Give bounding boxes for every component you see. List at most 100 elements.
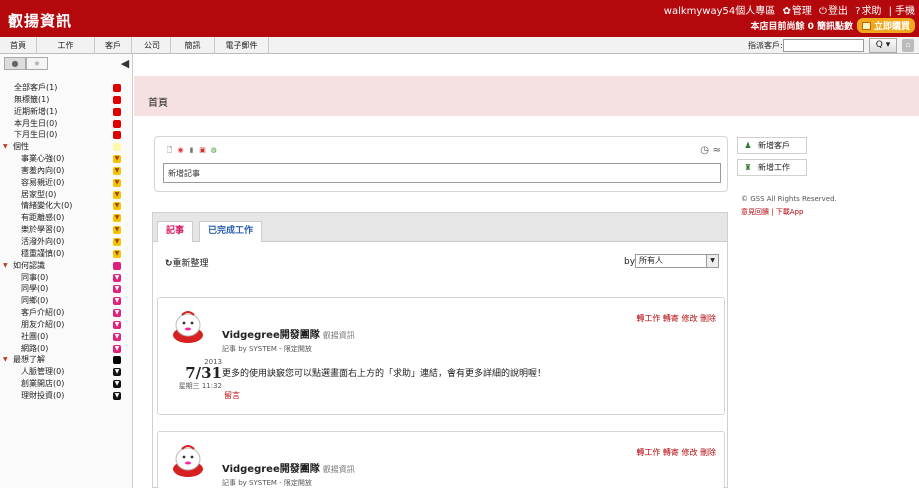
star-icon[interactable]: ★ <box>26 57 48 70</box>
sidebar-item[interactable]: 近期新增(1) <box>0 106 133 118</box>
tag-color-icon[interactable]: ▼ <box>113 237 121 246</box>
sidebar-item[interactable]: 客戶介紹(0) ▼ <box>0 307 133 319</box>
tag-color-icon[interactable] <box>113 84 121 92</box>
sidebar-item[interactable]: 居家型(0) ▼ <box>0 189 133 201</box>
tab-notes[interactable]: 記事 <box>157 221 194 242</box>
tag-color-icon[interactable]: ▼ <box>113 166 121 175</box>
location-icon[interactable]: ◉ <box>176 146 185 155</box>
search-button[interactable]: Q ▾ <box>869 38 897 53</box>
tag-color-icon[interactable]: ▼ <box>113 297 121 306</box>
tag-color-icon[interactable]: ▼ <box>113 380 121 389</box>
new-note-input[interactable] <box>163 163 721 183</box>
link-logout[interactable]: ⏻登出 <box>819 6 848 17</box>
tag-color-icon[interactable] <box>113 143 121 152</box>
tag-color-icon[interactable]: ▼ <box>113 368 121 377</box>
tab-customers[interactable]: 客戶 <box>95 37 132 54</box>
comment-link[interactable]: 留言 <box>224 390 240 401</box>
sidebar-item[interactable]: 同事(0) ▼ <box>0 272 133 284</box>
tab-completed[interactable]: 已完成工作 <box>199 221 263 242</box>
tag-color-icon[interactable]: ▼ <box>113 344 121 353</box>
clock-icon[interactable]: ◷ <box>700 145 709 156</box>
expand-arrow-icon[interactable]: ▼ <box>3 354 8 366</box>
tag-color-icon[interactable]: ▼ <box>113 273 121 282</box>
link-personal[interactable]: 個人專區 <box>735 6 775 17</box>
tag-color-icon[interactable]: ▼ <box>113 202 121 211</box>
clip-icon[interactable]: ▮ <box>187 146 196 155</box>
tag-icon[interactable]: ● <box>4 57 26 70</box>
sidebar-item[interactable]: 本月生日(0) <box>0 118 133 130</box>
sidebar-item-label: 本月生日(0) <box>14 118 58 128</box>
sidebar-item[interactable]: 創業開店(0) ▼ <box>0 378 133 390</box>
tag-color-icon[interactable] <box>113 119 121 128</box>
sidebar-item[interactable]: 事業心強(0) ▼ <box>0 153 133 165</box>
tab-home[interactable]: 首頁 <box>0 37 37 54</box>
tag-color-icon[interactable] <box>113 356 121 365</box>
attach-icon[interactable]: 🗋 <box>165 146 174 155</box>
tag-color-icon[interactable]: ▼ <box>113 226 121 235</box>
sidebar-item[interactable]: 樂於學習(0) ▼ <box>0 224 133 236</box>
image-icon[interactable]: ◍ <box>209 146 218 155</box>
tag-color-icon[interactable]: ▼ <box>113 285 121 294</box>
tag-color-icon[interactable] <box>113 95 121 104</box>
post-actions[interactable]: 轉工作 轉寄 修改 刪除 <box>636 313 716 324</box>
app-logo[interactable]: 叡揚資訊 <box>8 10 72 31</box>
sidebar-group[interactable]: ▼ 最想了解 <box>0 354 133 366</box>
assign-customer-input[interactable] <box>783 39 864 52</box>
tag-color-icon[interactable]: ▼ <box>113 249 121 258</box>
buy-button[interactable]: 立即購買 <box>856 18 915 33</box>
tag-color-icon[interactable]: ▼ <box>113 190 121 199</box>
tag-color-icon[interactable]: ▼ <box>113 309 121 318</box>
sidebar-item[interactable]: 活潑外向(0) ▼ <box>0 236 133 248</box>
sidebar-item[interactable]: 網路(0) ▼ <box>0 343 133 355</box>
sidebar-item[interactable]: 同鄉(0) ▼ <box>0 295 133 307</box>
sidebar-item[interactable]: 無標籤(1) <box>0 94 133 106</box>
tag-color-icon[interactable]: ▼ <box>113 178 121 187</box>
post-author[interactable]: Vidgegree開發團隊 叡揚資訊 <box>222 326 355 341</box>
sidebar-item[interactable]: 全部客戶(1) <box>0 82 133 94</box>
refresh-button[interactable]: ↻重新整理 <box>165 256 209 269</box>
collapse-sidebar-icon[interactable]: ◀ <box>117 57 133 71</box>
sidebar-item[interactable]: 容易親近(0) ▼ <box>0 177 133 189</box>
footer-links[interactable]: 意見回饋 | 下載App <box>741 207 803 217</box>
tab-sms[interactable]: 簡訊 <box>171 37 215 54</box>
expand-arrow-icon[interactable]: ▼ <box>3 260 8 272</box>
tag-color-icon[interactable]: ▼ <box>113 391 121 400</box>
link-help[interactable]: ?求助 <box>855 6 881 17</box>
post-card: Vidgegree開發團隊 叡揚資訊 記事 by SYSTEM - 限定開放 轉工… <box>157 431 725 488</box>
link-admin[interactable]: ✿管理 <box>782 6 811 17</box>
sidebar-item[interactable]: 情緒變化大(0) ▼ <box>0 200 133 212</box>
sidebar-item[interactable]: 下月生日(0) <box>0 129 133 141</box>
expand-arrow-icon[interactable]: ▼ <box>3 141 8 153</box>
tag-color-icon[interactable]: ▼ <box>113 320 121 329</box>
post-actions[interactable]: 轉工作 轉寄 修改 刪除 <box>636 447 716 458</box>
tag-color-icon[interactable]: ▼ <box>113 332 121 341</box>
add-customer-button[interactable]: ♟ 新增客戶 <box>737 137 807 154</box>
sidebar-item[interactable]: 同學(0) ▼ <box>0 283 133 295</box>
sidebar-item[interactable]: 社團(0) ▼ <box>0 331 133 343</box>
video-icon[interactable]: ▣ <box>198 146 207 155</box>
sidebar-item[interactable]: 朋友介紹(0) ▼ <box>0 319 133 331</box>
tag-color-icon[interactable] <box>113 107 121 116</box>
tag-color-icon[interactable] <box>113 261 121 270</box>
post-author[interactable]: Vidgegree開發團隊 叡揚資訊 <box>222 460 355 475</box>
tag-color-icon[interactable] <box>113 131 121 140</box>
tag-color-icon[interactable]: ▼ <box>113 214 121 223</box>
sidebar-item-label: 害羞內向(0) <box>21 165 65 175</box>
link-mobile[interactable]: | 手機 <box>889 6 915 17</box>
sidebar-item[interactable]: 害羞內向(0) ▼ <box>0 165 133 177</box>
sidebar-item[interactable]: 人脈管理(0) ▼ <box>0 366 133 378</box>
sidebar-item[interactable]: 有距離感(0) ▼ <box>0 212 133 224</box>
mini-toggle-button[interactable]: ▫ <box>902 39 914 52</box>
share-icon[interactable]: ≈ <box>713 145 721 156</box>
by-select[interactable]: 所有人 ▼ <box>635 254 719 268</box>
sidebar-item[interactable]: 理財投資(0) ▼ <box>0 390 133 402</box>
tab-email[interactable]: 電子郵件 <box>215 37 269 54</box>
add-task-button[interactable]: ♜ 新增工作 <box>737 159 807 176</box>
sidebar-group[interactable]: ▼ 如何認識 <box>0 260 133 272</box>
sidebar-group[interactable]: ▼ 個性 <box>0 141 133 153</box>
username: walkmyway54 <box>663 6 736 17</box>
sidebar-item[interactable]: 穩重謹慎(0) ▼ <box>0 248 133 260</box>
tab-company[interactable]: 公司 <box>134 37 171 54</box>
tag-color-icon[interactable]: ▼ <box>113 155 121 164</box>
tab-tasks[interactable]: 工作 <box>37 37 95 54</box>
